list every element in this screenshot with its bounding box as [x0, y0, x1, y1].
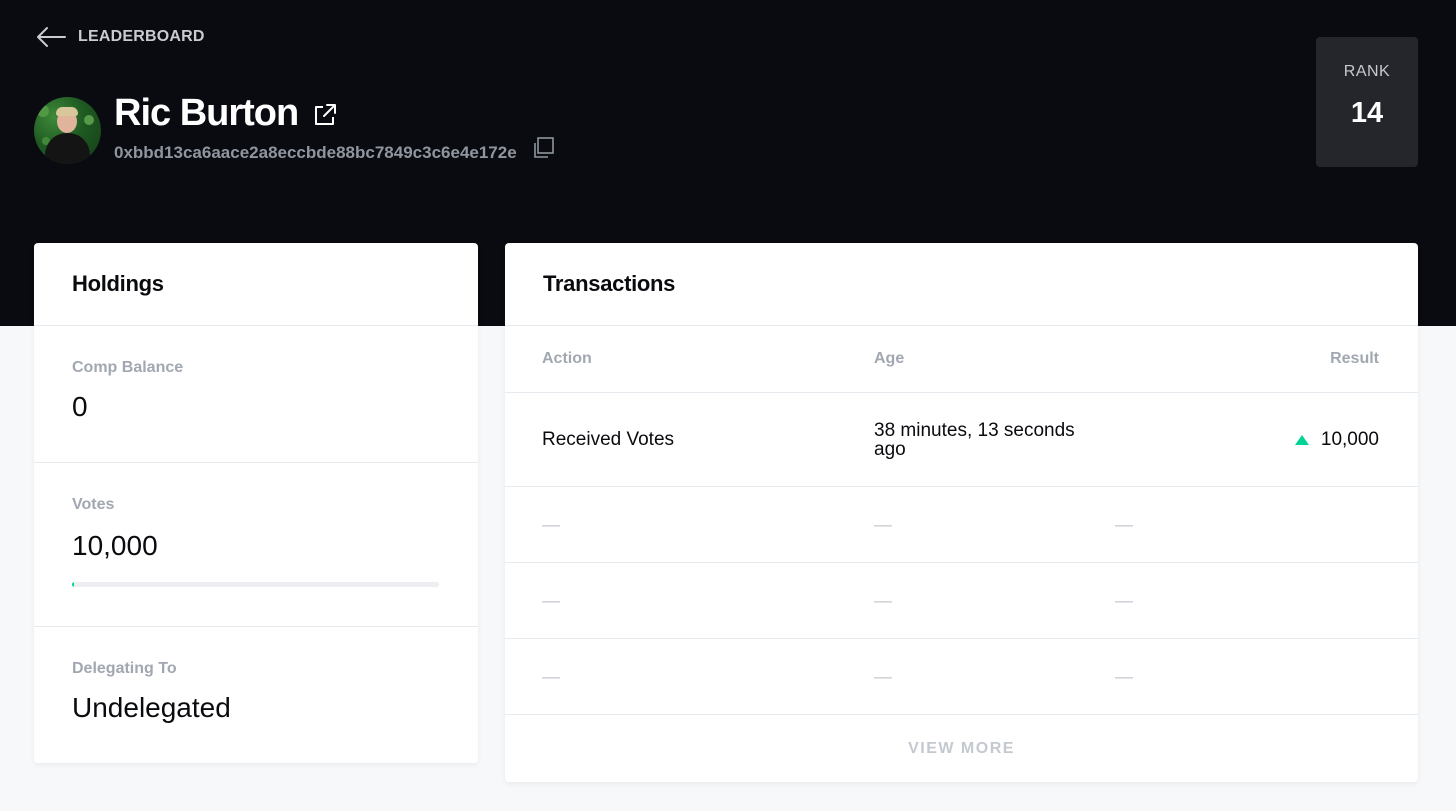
votes-label: Votes — [72, 496, 115, 513]
votes-value: 10,000 — [72, 530, 158, 561]
column-header-action: Action — [542, 350, 592, 367]
external-link-icon[interactable] — [312, 102, 338, 128]
profile-name-row: Ric Burton — [114, 92, 338, 135]
column-header-age: Age — [874, 350, 905, 367]
row-age: — — [874, 666, 892, 686]
delegating-label: Delegating To — [72, 660, 177, 677]
row-action: — — [542, 514, 560, 534]
back-to-leaderboard-link[interactable]: LEADERBOARD — [36, 26, 205, 48]
row-result: 10,000 — [1294, 428, 1379, 451]
up-triangle-icon — [1294, 434, 1309, 445]
transactions-card: Transactions Action Age Result Received … — [505, 243, 1418, 782]
copy-icon[interactable] — [531, 136, 555, 160]
back-label: LEADERBOARD — [78, 28, 205, 45]
rank-label: RANK — [1343, 63, 1391, 80]
row-action: — — [542, 666, 560, 686]
transactions-title: Transactions — [505, 243, 1418, 326]
row-result: — — [1115, 666, 1133, 686]
wallet-address: 0xbbd13ca6aace2a8eccbde88bc7849c3c6e4e17… — [114, 143, 517, 162]
votes-progress-bar — [72, 582, 439, 587]
avatar — [34, 97, 101, 164]
row-action: — — [542, 590, 560, 610]
row-result: — — [1115, 590, 1133, 610]
comp-balance-value: 0 — [72, 391, 88, 422]
votes-progress-fill — [72, 582, 74, 587]
holdings-card: Holdings Comp Balance 0 Votes 10,000 Del… — [34, 243, 478, 763]
row-age: — — [874, 590, 892, 610]
row-action: Received Votes — [542, 428, 675, 450]
column-header-result: Result — [1330, 350, 1379, 367]
comp-balance-label: Comp Balance — [72, 359, 184, 376]
table-row-empty: — — — — [505, 487, 1418, 563]
row-age: 38 minutes, 13 seconds ago — [874, 419, 1075, 460]
address-row: 0xbbd13ca6aace2a8eccbde88bc7849c3c6e4e17… — [114, 137, 555, 163]
holdings-title: Holdings — [34, 243, 478, 326]
votes-section: Votes 10,000 — [34, 463, 478, 627]
rank-box: RANK 14 — [1316, 37, 1418, 167]
table-row-empty: — — — — [505, 563, 1418, 639]
delegating-section: Delegating To Undelegated — [34, 627, 478, 763]
delegating-value: Undelegated — [72, 692, 231, 723]
row-result-value: 10,000 — [1320, 428, 1379, 450]
transactions-table-header: Action Age Result — [505, 326, 1418, 393]
table-row-empty: — — — — [505, 639, 1418, 715]
back-arrow-icon — [37, 27, 66, 47]
row-result: — — [1115, 514, 1133, 534]
row-age: — — [874, 514, 892, 534]
comp-balance-section: Comp Balance 0 — [34, 326, 478, 463]
rank-value: 14 — [1350, 97, 1384, 129]
view-more-button[interactable]: VIEW MORE — [505, 715, 1418, 782]
profile-name: Ric Burton — [114, 92, 299, 134]
table-row[interactable]: Received Votes 38 minutes, 13 seconds ag… — [505, 393, 1418, 487]
